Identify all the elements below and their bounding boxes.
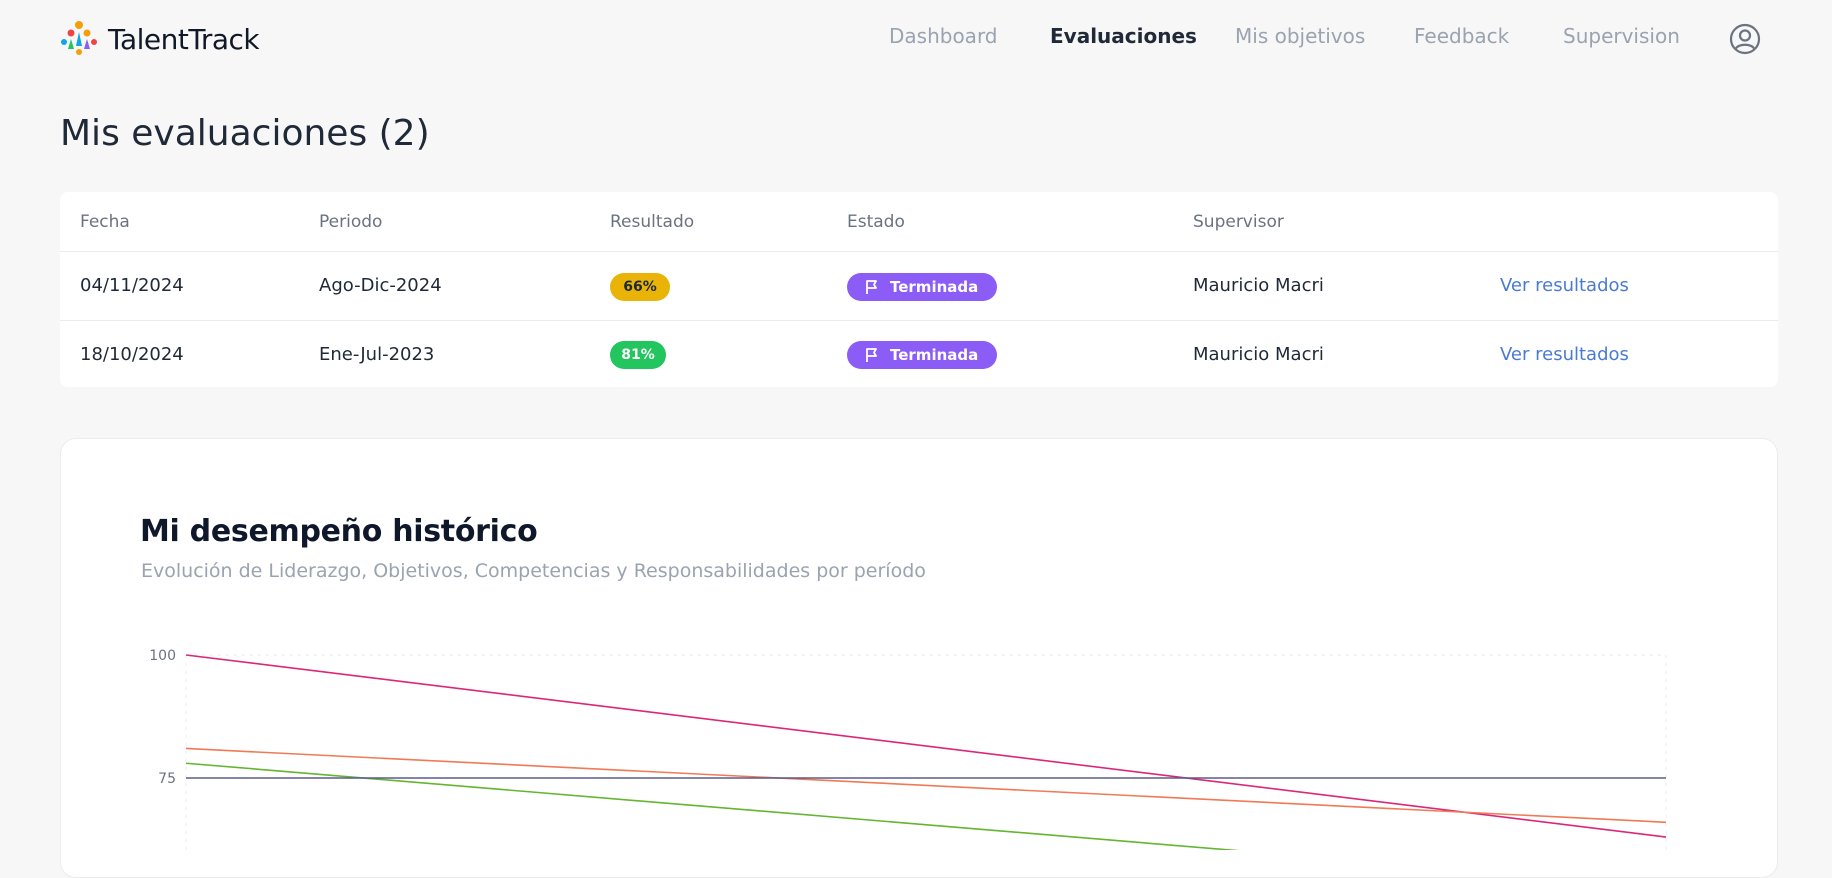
performance-line-chart: 100 75 (149, 648, 1667, 850)
y-tick-label: 100 (149, 648, 176, 664)
series-line-0 (185, 654, 1667, 838)
series-line-2 (185, 762, 1240, 850)
series-line-1 (185, 747, 1667, 824)
y-tick-label: 75 (158, 771, 176, 787)
